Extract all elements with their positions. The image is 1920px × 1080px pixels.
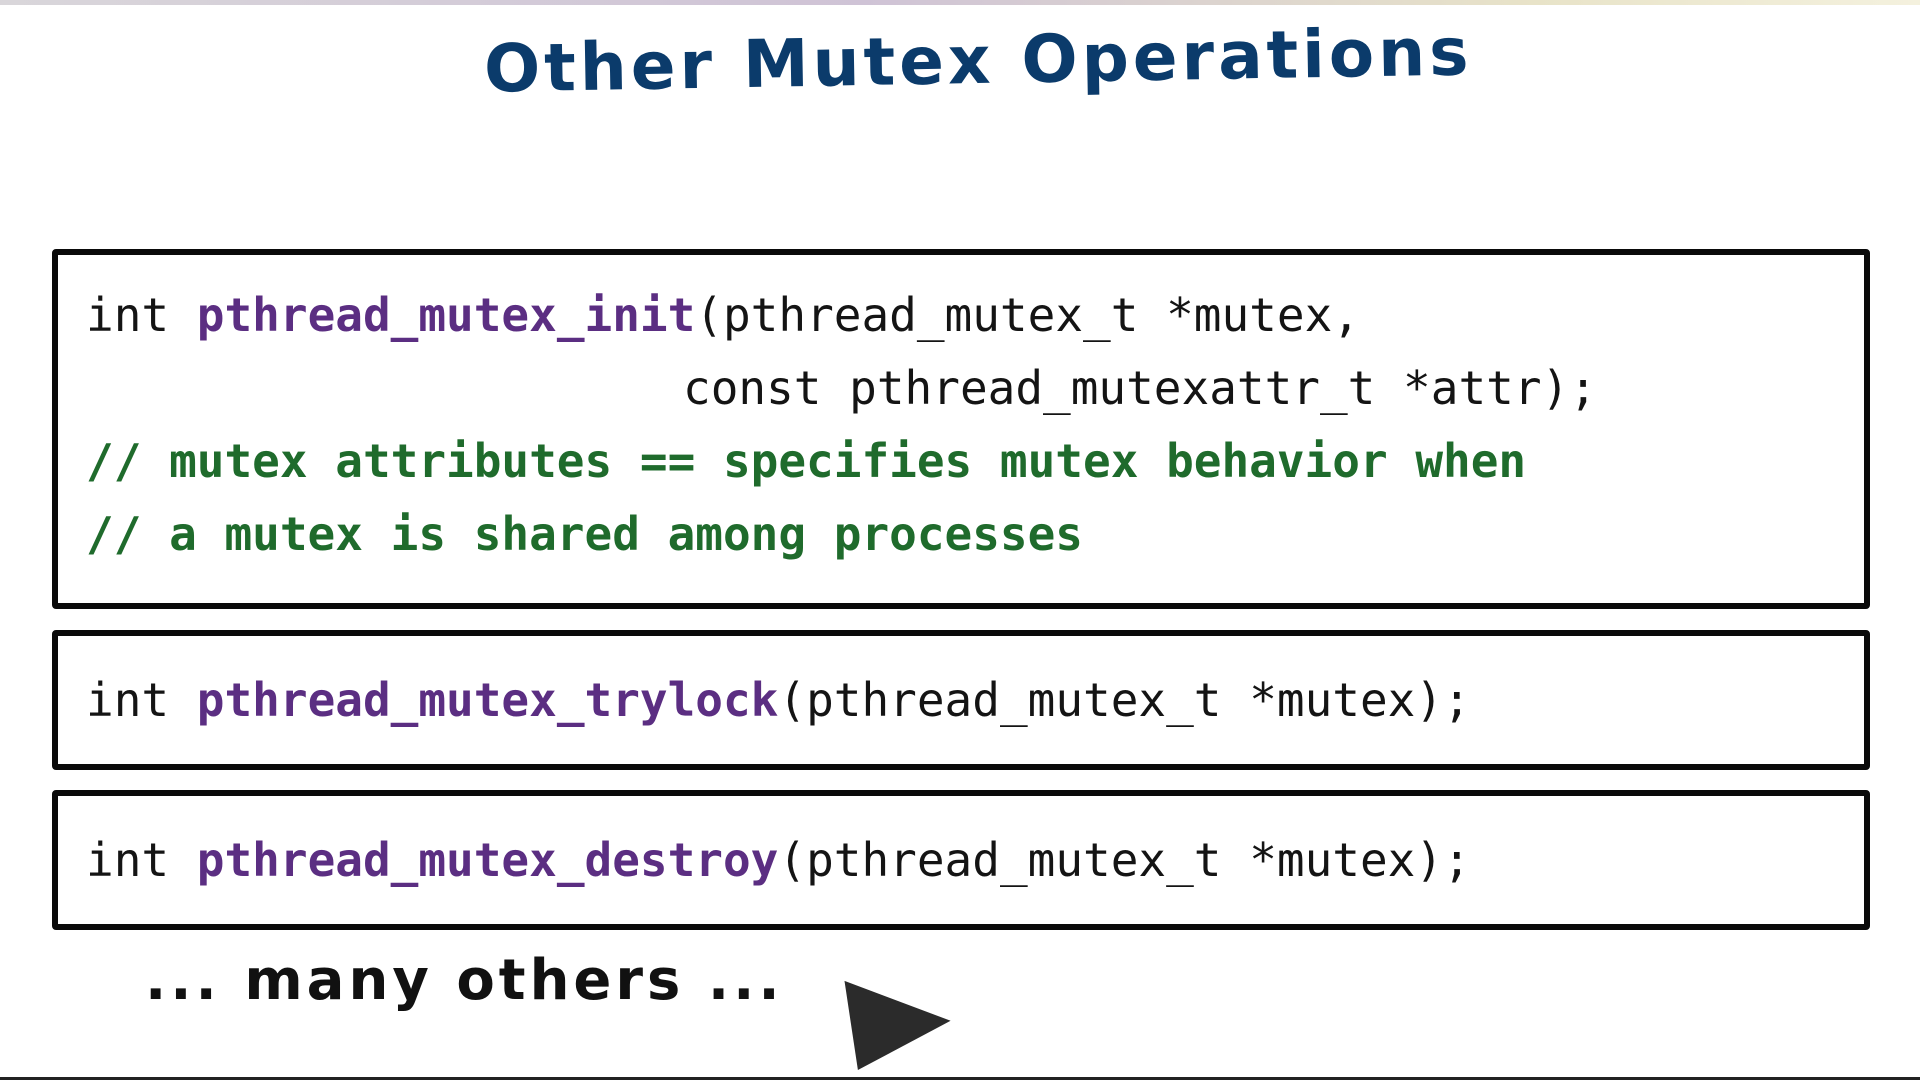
return-type: int [86, 288, 170, 342]
function-name: pthread_mutex_init [196, 288, 696, 342]
code-line-init-params-continued: const pthread_mutexattr_t *attr); [683, 361, 1597, 415]
pen-tip-icon [818, 945, 951, 1071]
function-name: pthread_mutex_trylock [196, 673, 779, 727]
params: (pthread_mutex_t *mutex); [778, 833, 1471, 887]
handwritten-note: ... many others ... [145, 948, 784, 1013]
slide: Other Mutex Operations int pthread_mutex… [0, 0, 1920, 1080]
function-name: pthread_mutex_destroy [196, 833, 779, 887]
code-comment-line-2: // a mutex is shared among processes [86, 507, 1083, 561]
slide-title: Other Mutex Operations [483, 13, 1474, 108]
code-comment-line-1: // mutex attributes == specifies mutex b… [86, 434, 1527, 488]
return-type: int [86, 673, 170, 727]
top-border [0, 0, 1920, 5]
code-box-mutex-init: int pthread_mutex_init(pthread_mutex_t *… [52, 249, 1870, 609]
return-type: int [86, 833, 170, 887]
code-line-init-signature: int pthread_mutex_init(pthread_mutex_t *… [86, 285, 1360, 345]
code-line-trylock: int pthread_mutex_trylock(pthread_mutex_… [86, 670, 1471, 730]
code-box-mutex-trylock: int pthread_mutex_trylock(pthread_mutex_… [52, 630, 1870, 770]
code-line-destroy: int pthread_mutex_destroy(pthread_mutex_… [86, 830, 1471, 890]
code-box-mutex-destroy: int pthread_mutex_destroy(pthread_mutex_… [52, 790, 1870, 930]
params: (pthread_mutex_t *mutex, [695, 288, 1360, 342]
params: (pthread_mutex_t *mutex); [778, 673, 1471, 727]
